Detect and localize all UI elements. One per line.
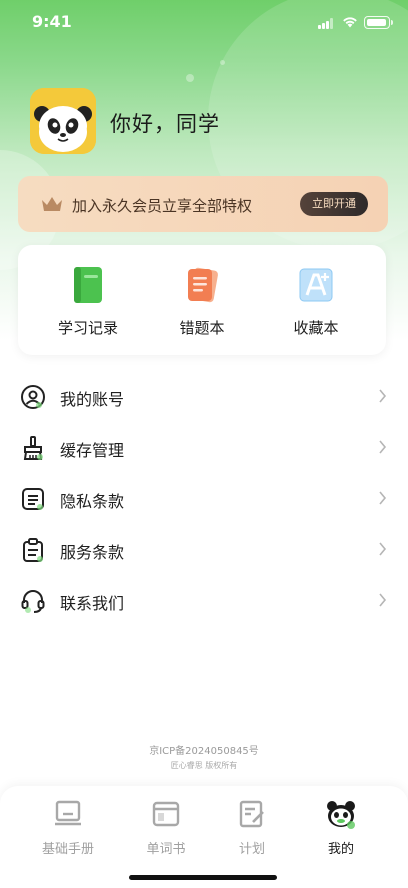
status-bar: 9:41 <box>0 0 408 46</box>
greeting-text: 你好，同学 <box>110 112 220 136</box>
home-indicator[interactable] <box>129 875 277 880</box>
chevron-right-icon <box>379 542 387 556</box>
chevron-right-icon <box>379 440 387 454</box>
broom-icon <box>23 436 43 460</box>
menu-item-account[interactable]: 我的账号 <box>0 371 408 421</box>
clipboard-icon <box>23 538 43 562</box>
menu-item-label: 联系我们 <box>60 594 125 613</box>
tab-bar: 基础手册 单词书 计划 我的 <box>0 786 408 888</box>
wordbook-icon <box>152 801 180 827</box>
panda-avatar-icon <box>30 88 96 154</box>
tab-label: 单词书 <box>146 842 186 857</box>
wifi-icon <box>343 17 357 28</box>
menu-item-terms[interactable]: 服务条款 <box>0 524 408 574</box>
tab-manual[interactable]: 基础手册 <box>23 796 113 857</box>
headset-icon <box>21 590 45 613</box>
crown-icon <box>42 197 62 211</box>
feature-label: 学习记录 <box>57 319 118 337</box>
decorative-dot <box>220 60 225 65</box>
document-icon <box>22 488 44 510</box>
status-time: 9:41 <box>32 12 72 31</box>
tab-label: 基础手册 <box>41 842 94 857</box>
menu-item-label: 隐私条款 <box>60 492 125 511</box>
vip-banner[interactable]: 加入永久会员立享全部特权 立即开通 <box>18 176 388 232</box>
menu-item-cache[interactable]: 缓存管理 <box>0 422 408 472</box>
menu-item-label: 我的账号 <box>60 390 125 409</box>
a-plus-icon <box>299 268 333 302</box>
feature-label: 收藏本 <box>293 319 339 337</box>
feature-study-record[interactable]: 学习记录 <box>33 261 143 341</box>
menu-item-privacy[interactable]: 隐私条款 <box>0 473 408 523</box>
tab-wordbook[interactable]: 单词书 <box>121 796 211 857</box>
feature-label: 错题本 <box>179 319 225 337</box>
menu-item-label: 缓存管理 <box>60 441 125 460</box>
battery-icon <box>364 16 393 29</box>
activate-vip-button[interactable]: 立即开通 <box>300 192 368 216</box>
feature-favorites[interactable]: 收藏本 <box>261 261 371 341</box>
copyright-text: 匠心睿思 版权所有 <box>170 761 238 770</box>
tab-plan[interactable]: 计划 <box>207 796 297 857</box>
tab-label: 我的 <box>327 842 354 857</box>
tab-mine[interactable]: 我的 <box>296 796 386 857</box>
decorative-dot <box>186 74 194 82</box>
feature-mistake-book[interactable]: 错题本 <box>147 261 257 341</box>
chevron-right-icon <box>379 491 387 505</box>
vip-banner-text: 加入永久会员立享全部特权 <box>72 197 253 215</box>
icp-record-link[interactable]: 京ICP备2024050845号 <box>0 742 408 757</box>
user-circle-icon <box>21 385 45 409</box>
feature-card: 学习记录 错题本 收藏本 <box>18 245 386 355</box>
green-book-icon <box>74 267 102 303</box>
panda-icon <box>327 801 355 829</box>
menu-item-contact[interactable]: 联系我们 <box>0 575 408 625</box>
orange-notebook-icon <box>188 267 218 303</box>
plan-icon <box>239 800 264 828</box>
chevron-right-icon <box>379 389 387 403</box>
manual-icon <box>55 800 81 826</box>
tab-label: 计划 <box>238 842 265 857</box>
menu-item-label: 服务条款 <box>60 543 125 562</box>
avatar[interactable] <box>30 88 96 154</box>
signal-icon <box>318 18 334 29</box>
chevron-right-icon <box>379 593 387 607</box>
